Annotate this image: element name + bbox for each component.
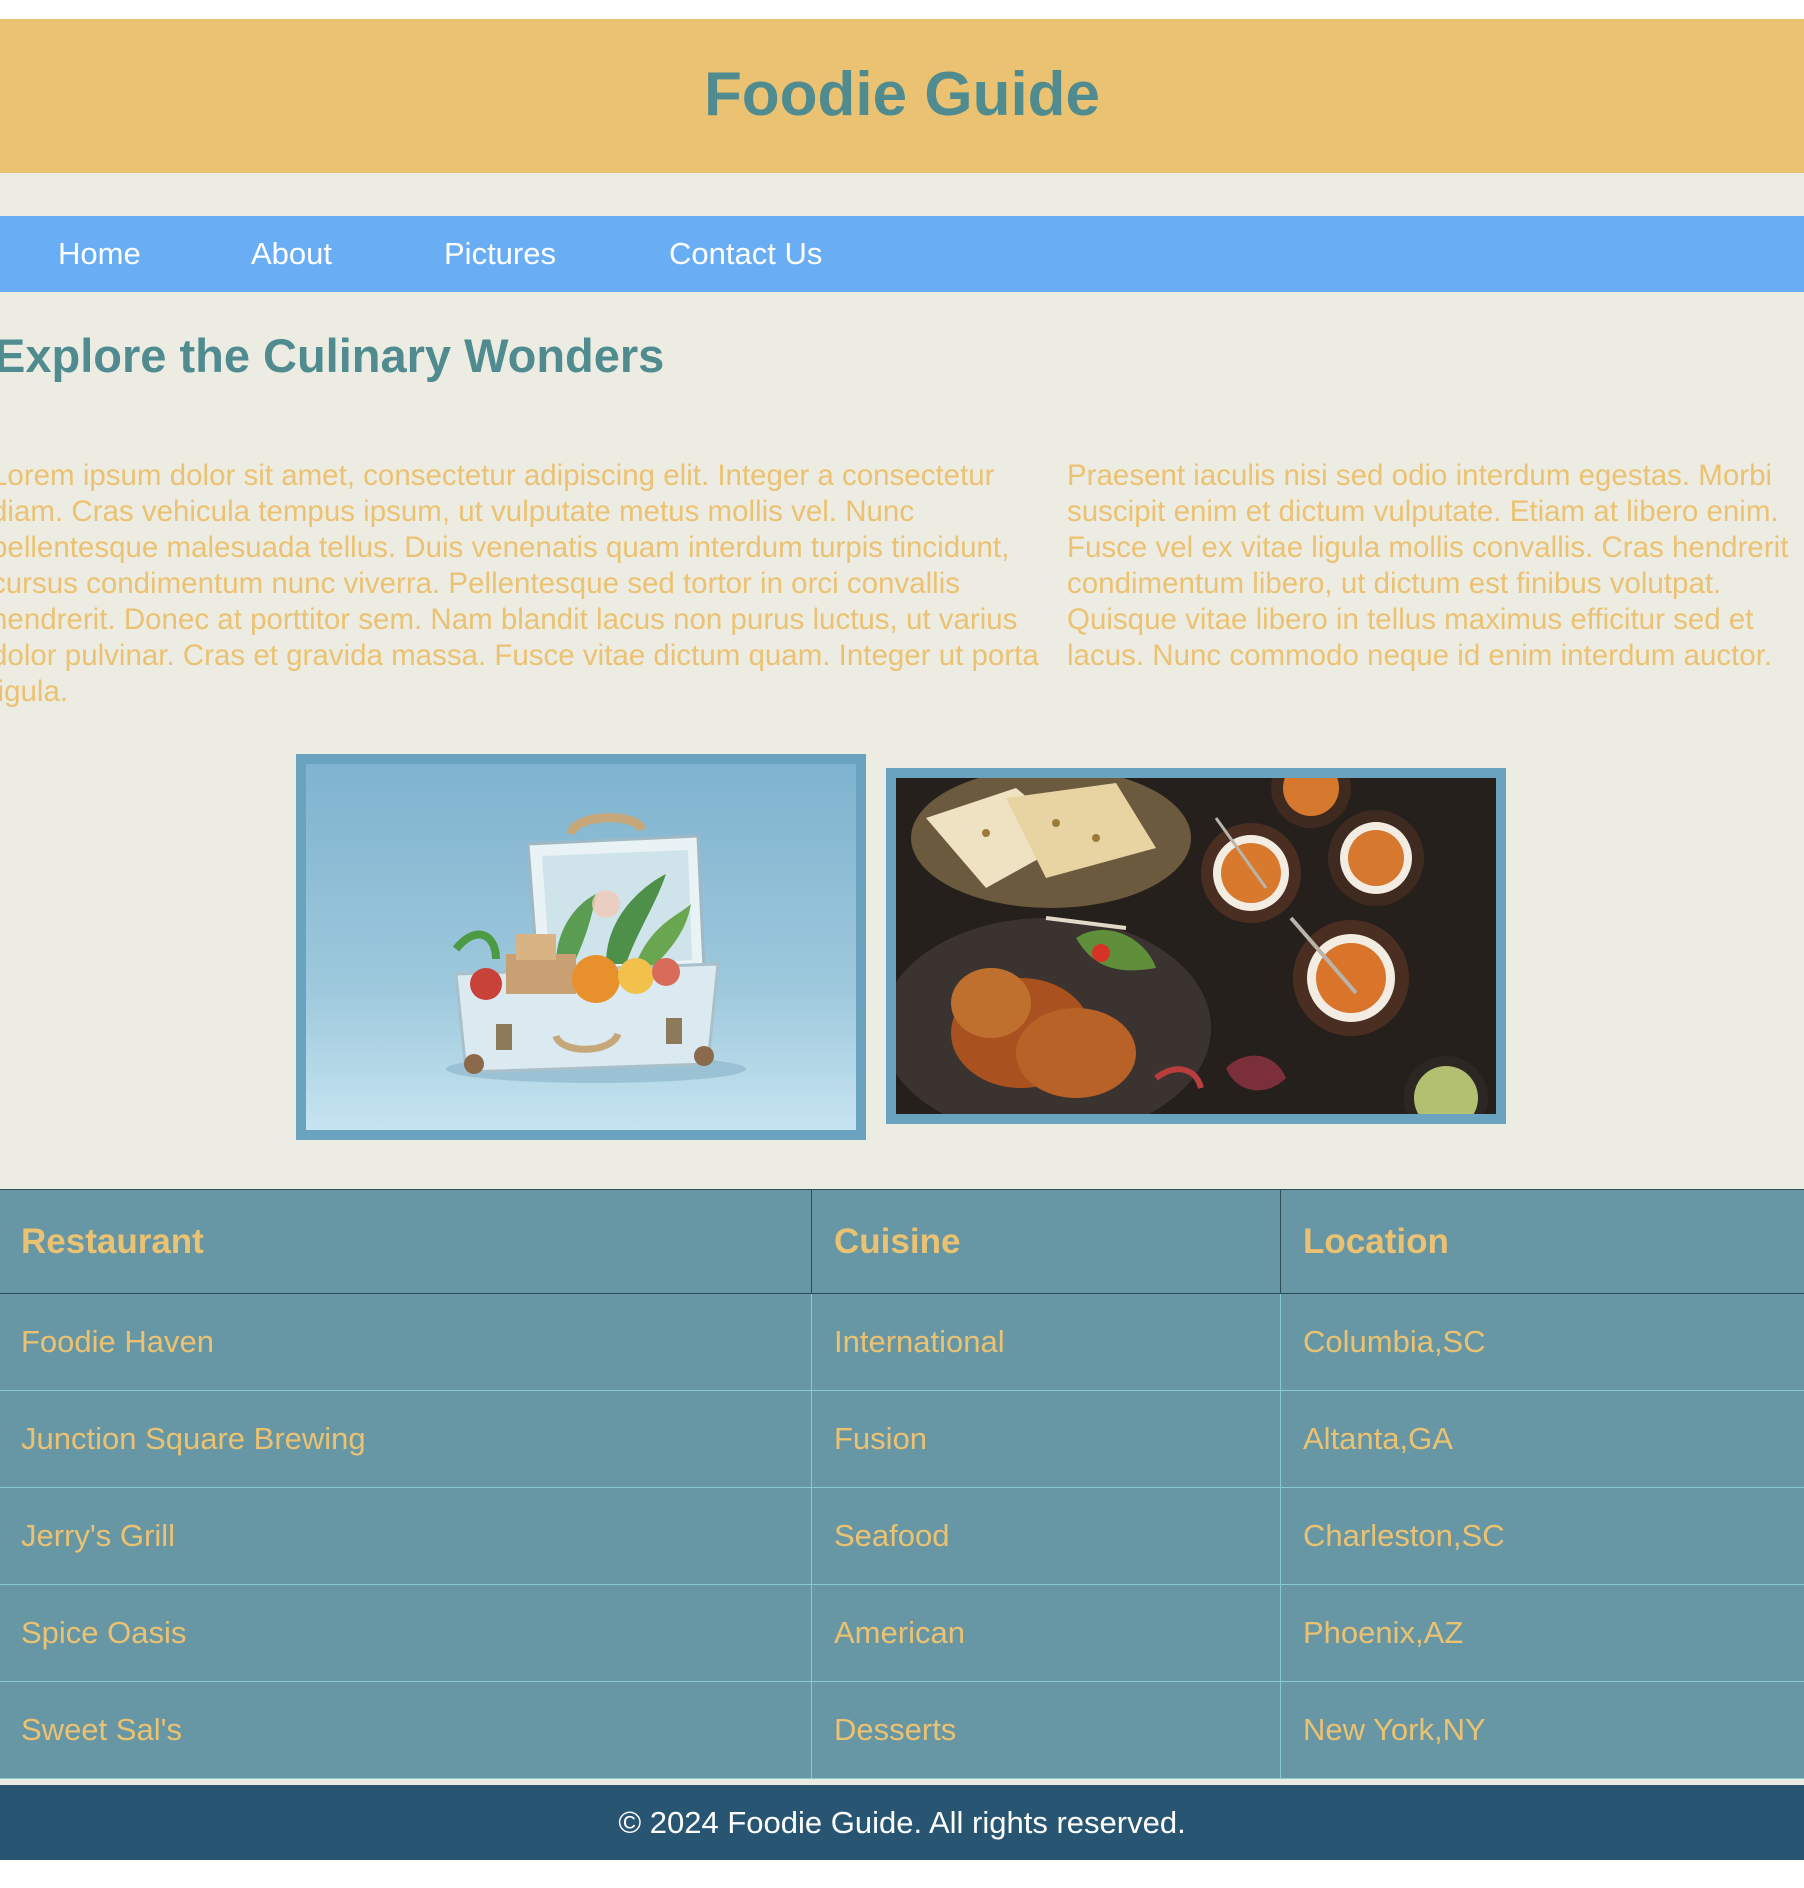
indian-food-image [886,768,1506,1124]
site-title: Foodie Guide [703,59,1101,129]
main-nav: Home About Pictures Contact Us [0,216,1804,292]
location-cell: Altanta,GA [1280,1390,1804,1488]
copyright-text: © 2024 Foodie Guide. All rights reserved… [618,1804,1186,1840]
column-header-location: Location [1280,1189,1804,1294]
cuisine-cell: International [811,1293,1281,1391]
suitcase-food-image [296,754,866,1140]
cuisine-cell: Fusion [811,1390,1281,1488]
cuisine-cell: Desserts [811,1681,1281,1779]
intro-paragraph-left: Lorem ipsum dolor sit amet, consectetur … [0,459,1039,708]
table-row: Sweet Sal's Desserts New York,NY [0,1681,1804,1779]
site-footer: © 2024 Foodie Guide. All rights reserved… [0,1785,1804,1860]
table-row: Junction Square Brewing Fusion Altanta,G… [0,1390,1804,1488]
table-row: Foodie Haven International Columbia,SC [0,1293,1804,1391]
nav-link-home[interactable]: Home [58,216,141,292]
table-header-row: Restaurant Cuisine Location [0,1189,1804,1294]
location-cell: Charleston,SC [1280,1487,1804,1585]
restaurant-name-cell: Sweet Sal's [0,1681,812,1779]
nav-link-about[interactable]: About [251,216,332,292]
suitcase-illustration [306,764,856,1130]
restaurant-table: Restaurant Cuisine Location Foodie Haven… [0,1189,1804,1779]
page: Foodie Guide Home About Pictures Contact… [0,0,1804,1888]
location-cell: Columbia,SC [1280,1293,1804,1391]
column-header-cuisine: Cuisine [811,1189,1281,1294]
restaurant-name-cell: Spice Oasis [0,1584,812,1682]
nav-link-contact-us[interactable]: Contact Us [669,216,822,292]
nav-link-pictures[interactable]: Pictures [444,216,556,292]
section-heading: Explore the Culinary Wonders [0,329,665,382]
intro-paragraph-right: Praesent iaculis nisi sed odio interdum … [1067,459,1789,672]
restaurant-name-cell: Jerry's Grill [0,1487,812,1585]
table-row: Jerry's Grill Seafood Charleston,SC [0,1487,1804,1585]
column-header-restaurant: Restaurant [0,1189,812,1294]
food-spread-illustration [896,778,1496,1114]
site-header: Foodie Guide [0,19,1804,173]
cuisine-cell: American [811,1584,1281,1682]
table-row: Spice Oasis American Phoenix,AZ [0,1584,1804,1682]
restaurant-name-cell: Foodie Haven [0,1293,812,1391]
location-cell: New York,NY [1280,1681,1804,1779]
location-cell: Phoenix,AZ [1280,1584,1804,1682]
restaurant-name-cell: Junction Square Brewing [0,1390,812,1488]
cuisine-cell: Seafood [811,1487,1281,1585]
